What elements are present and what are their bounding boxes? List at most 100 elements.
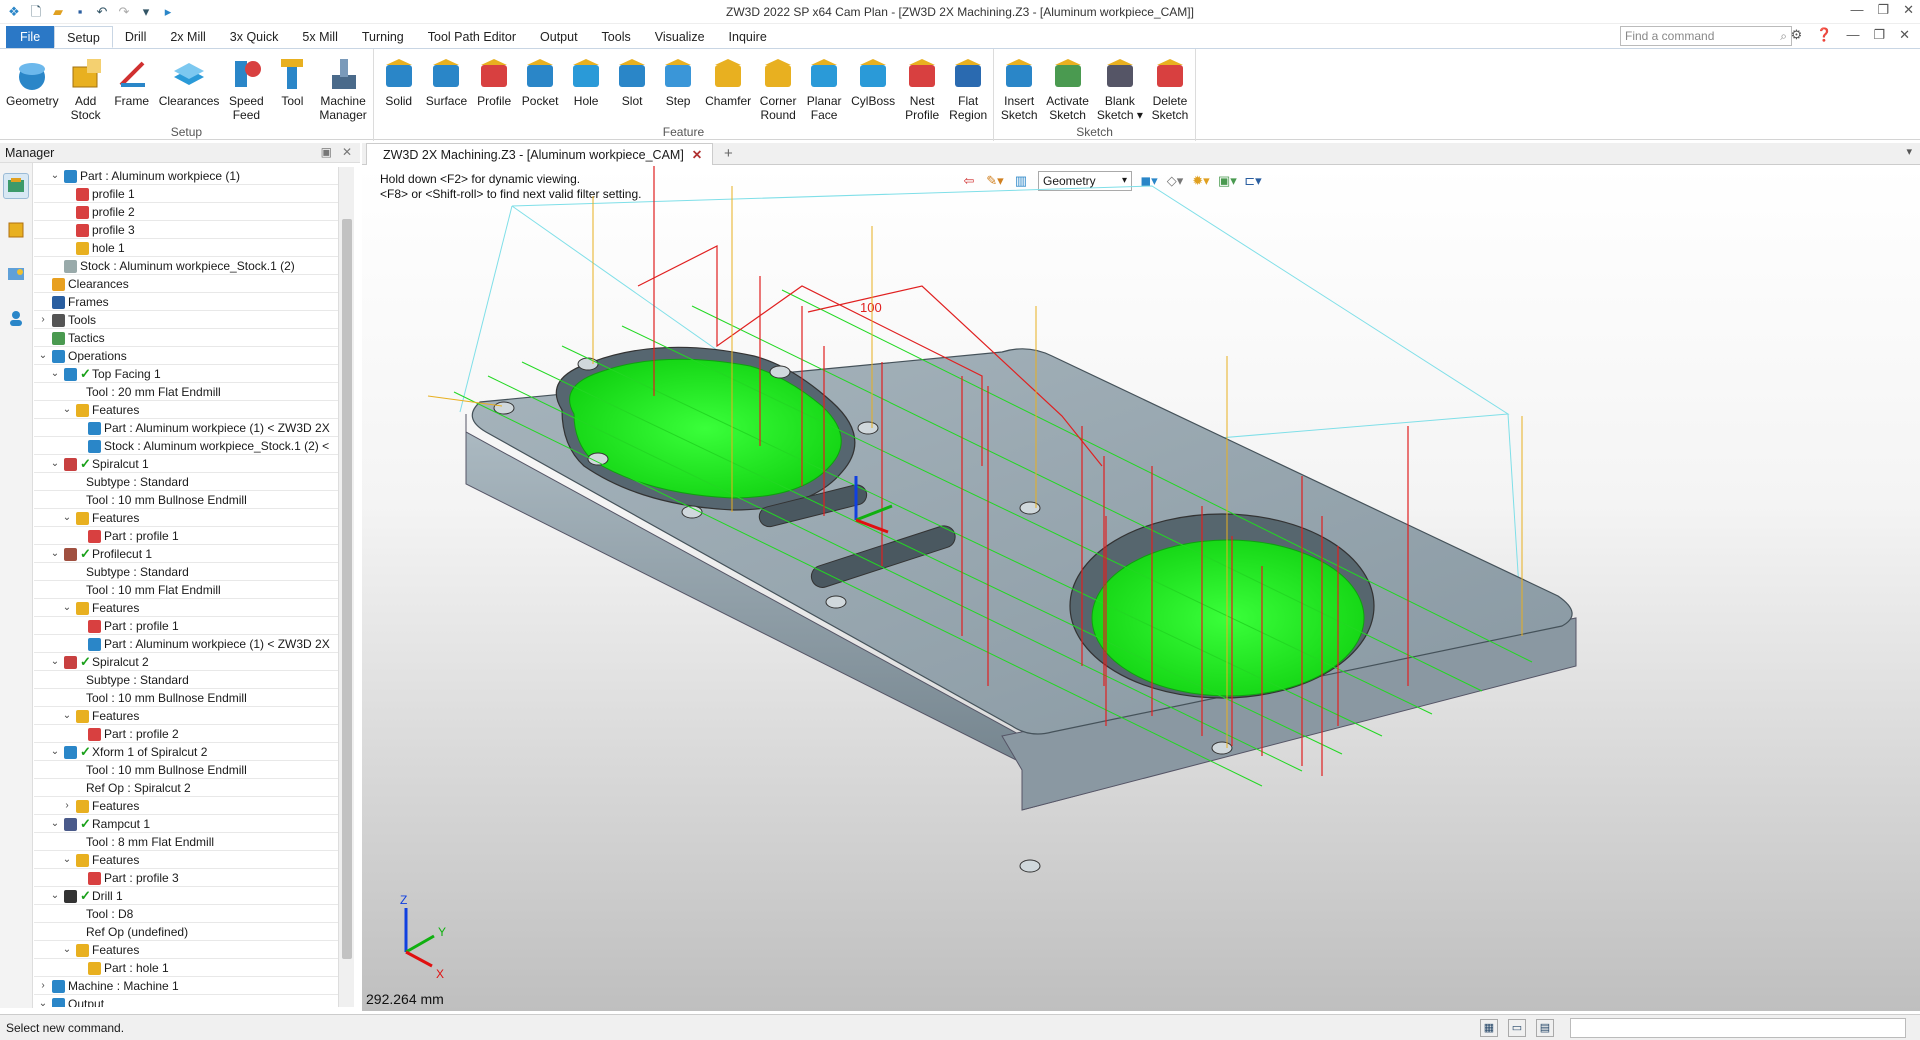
menu-tab-3x-quick[interactable]: 3x Quick [218,26,291,48]
tree-item[interactable]: Frames [34,293,338,311]
view-manager-icon[interactable] [3,261,29,287]
tree-item[interactable]: profile 1 [34,185,338,203]
status-command-input[interactable] [1570,1018,1906,1038]
tree-item[interactable]: Subtype : Standard [34,563,338,581]
tree-item[interactable]: ⌄ ✓ Drill 1 [34,887,338,905]
collapse-icon[interactable]: ⌄ [50,887,60,905]
user-manager-icon[interactable] [3,305,29,331]
tree-scrollbar[interactable] [338,167,354,1007]
new-file-icon[interactable]: 🗋 [28,4,44,20]
tree-item[interactable]: Ref Op (undefined) [34,923,338,941]
status-layer-icon[interactable]: ▤ [1536,1019,1554,1037]
collapse-icon[interactable]: ⌄ [50,815,60,833]
tree-item[interactable]: Part : Aluminum workpiece (1) < ZW3D 2X [34,635,338,653]
tree-item[interactable]: Part : profile 1 [34,527,338,545]
tree-item[interactable]: › Features [34,797,338,815]
collapse-icon[interactable]: ⌄ [38,995,48,1007]
geometry-manager-icon[interactable] [3,217,29,243]
open-folder-icon[interactable]: ▰ [50,4,66,20]
collapse-icon[interactable]: ⌄ [62,941,72,959]
tree-item[interactable]: Clearances [34,275,338,293]
tree-item[interactable]: Tactics [34,329,338,347]
menu-tab-5x-mill[interactable]: 5x Mill [290,26,349,48]
collapse-icon[interactable]: ⌄ [50,167,60,185]
collapse-icon[interactable]: ⌄ [62,401,72,419]
tree-item[interactable]: Tool : 10 mm Bullnose Endmill [34,689,338,707]
menu-tab-output[interactable]: Output [528,26,590,48]
tree-item[interactable]: Tool : 10 mm Bullnose Endmill [34,491,338,509]
gear-icon[interactable]: ⚙ [1791,27,1803,43]
tree-item[interactable]: ⌄ ✓ Spiralcut 1 [34,455,338,473]
close-tab-icon[interactable]: ✕ [692,148,702,162]
panel-close-icon[interactable]: ✕ [342,145,352,159]
collapse-icon[interactable]: ⌄ [50,365,60,383]
run-icon[interactable]: ▸ [160,4,176,20]
tree-item[interactable]: hole 1 [34,239,338,257]
collapse-icon[interactable]: ⌄ [50,545,60,563]
status-grid-icon[interactable]: ▦ [1480,1019,1498,1037]
restore-icon[interactable]: ❐ [1877,2,1889,18]
tree-scrollbar-thumb[interactable] [342,219,352,959]
ribbon-restore-icon[interactable]: ❐ [1873,27,1885,43]
tree-item[interactable]: Subtype : Standard [34,473,338,491]
new-tab-icon[interactable]: + [724,145,733,162]
menu-tab-tool-path-editor[interactable]: Tool Path Editor [416,26,528,48]
tree-item[interactable]: Tool : 10 mm Bullnose Endmill [34,761,338,779]
collapse-icon[interactable]: ⌄ [50,653,60,671]
tree-item[interactable]: Subtype : Standard [34,671,338,689]
tree-item[interactable]: ⌄ ✓ Top Facing 1 [34,365,338,383]
tree-item[interactable]: Part : Aluminum workpiece (1) < ZW3D 2X [34,419,338,437]
tree-item[interactable]: Tool : 20 mm Flat Endmill [34,383,338,401]
collapse-icon[interactable]: ⌄ [50,743,60,761]
command-search-input[interactable]: Find a command ⌕ [1620,26,1792,46]
menu-tab-inquire[interactable]: Inquire [717,26,779,48]
ribbon-minimize-icon[interactable]: — [1846,27,1859,43]
expand-icon[interactable]: › [38,977,48,995]
collapse-icon[interactable]: ⌄ [62,509,72,527]
tree-item[interactable]: ⌄ Features [34,401,338,419]
ribbon-close-icon[interactable]: ✕ [1899,27,1910,43]
history-manager-icon[interactable] [3,173,29,199]
tree-item[interactable]: ⌄ Features [34,509,338,527]
dropdown-icon[interactable]: ▾ [138,4,154,20]
tree-item[interactable]: Part : profile 3 [34,869,338,887]
tree-item[interactable]: Part : profile 2 [34,725,338,743]
tree-item[interactable]: profile 3 [34,221,338,239]
collapse-icon[interactable]: ⌄ [38,347,48,365]
collapse-icon[interactable]: ⌄ [62,707,72,725]
expand-icon[interactable]: › [62,797,72,815]
tree-item[interactable]: ⌄ Features [34,707,338,725]
tree-item[interactable]: Part : hole 1 [34,959,338,977]
collapse-icon[interactable]: ⌄ [62,599,72,617]
tree-item[interactable]: Tool : 8 mm Flat Endmill [34,833,338,851]
document-tab[interactable]: ZW3D 2X Machining.Z3 - [Aluminum workpie… [366,143,714,165]
tree-item[interactable]: ⌄ Output [34,995,338,1007]
tree-item[interactable]: Part : profile 1 [34,617,338,635]
status-display-icon[interactable]: ▭ [1508,1019,1526,1037]
tree-item[interactable]: ⌄ Features [34,941,338,959]
collapse-icon[interactable]: ⌄ [50,455,60,473]
tab-menu-icon[interactable]: ▾ [1906,145,1912,158]
menu-tab-drill[interactable]: Drill [113,26,159,48]
menu-tab-file[interactable]: File [6,26,55,48]
search-icon[interactable]: ⌕ [1780,29,1787,44]
tree-item[interactable]: Tool : 10 mm Flat Endmill [34,581,338,599]
save-icon[interactable]: ▪ [72,4,88,20]
tree-item[interactable]: profile 2 [34,203,338,221]
menu-tab-2x-mill[interactable]: 2x Mill [158,26,217,48]
menu-tab-setup[interactable]: Setup [54,26,113,48]
help-icon[interactable]: ❓ [1816,27,1832,43]
tree-item[interactable]: › Machine : Machine 1 [34,977,338,995]
menu-tab-tools[interactable]: Tools [590,26,643,48]
close-icon[interactable]: ✕ [1903,2,1914,18]
menu-tab-visualize[interactable]: Visualize [643,26,717,48]
panel-pin-icon[interactable]: ▣ [321,145,332,159]
redo-icon[interactable]: ↷ [116,4,132,20]
tree-item[interactable]: › Tools [34,311,338,329]
minimize-icon[interactable]: — [1850,2,1863,18]
collapse-icon[interactable]: ⌄ [62,851,72,869]
tree-item[interactable]: ⌄ Part : Aluminum workpiece (1) [34,167,338,185]
tree-item[interactable]: ⌄ Features [34,599,338,617]
tree-item[interactable]: ⌄ ✓ Xform 1 of Spiralcut 2 [34,743,338,761]
tree-item[interactable]: Stock : Aluminum workpiece_Stock.1 (2) [34,257,338,275]
